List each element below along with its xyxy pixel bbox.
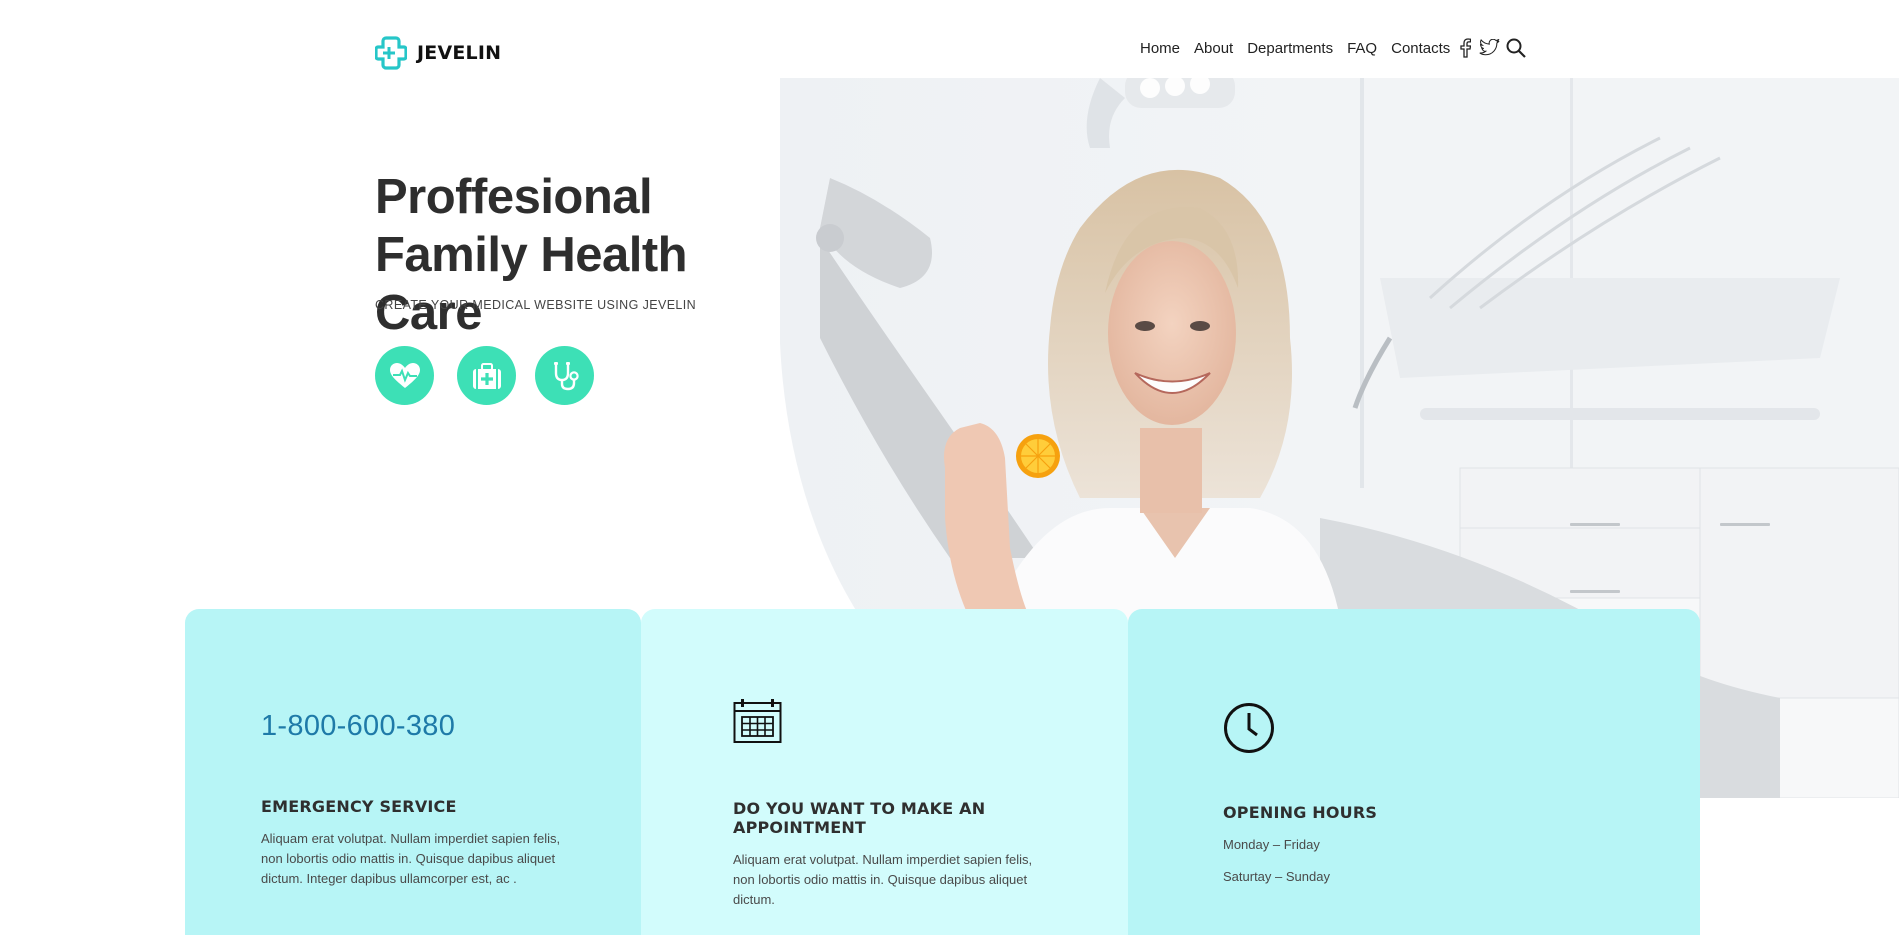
nav-faq[interactable]: FAQ (1347, 40, 1377, 57)
clock-icon (1223, 702, 1275, 759)
calendar-icon (733, 698, 782, 749)
first-aid-kit-icon[interactable] (457, 346, 516, 405)
hours-weekend: Saturtay – Sunday (1223, 869, 1330, 884)
twitter-icon[interactable] (1479, 39, 1500, 57)
brand-logo[interactable]: JEVELIN (375, 36, 501, 70)
appointment-title: DO YOU WANT TO MAKE AN APPOINTMENT (733, 799, 986, 837)
stethoscope-icon[interactable] (535, 346, 594, 405)
appointment-text: Aliquam erat volutpat. Nullam imperdiet … (733, 852, 1033, 907)
hero-title: Proffesional Family Health Care (375, 168, 795, 342)
facebook-icon[interactable] (1459, 38, 1472, 58)
nav-home[interactable]: Home (1140, 40, 1180, 57)
opening-hours-title: OPENING HOURS (1223, 803, 1378, 822)
emergency-card: 1-800-600-380 EMERGENCY SERVICE Aliquam … (185, 609, 641, 935)
hero-feature-icons (375, 346, 594, 405)
heartbeat-icon[interactable] (375, 346, 434, 405)
appointment-card: DO YOU WANT TO MAKE AN APPOINTMENT Aliqu… (641, 609, 1128, 935)
hero-title-line-1: Proffesional (375, 170, 653, 224)
main-nav: Home About Departments FAQ Contacts (1140, 38, 1527, 58)
brand-name: JEVELIN (417, 42, 502, 64)
nav-contacts[interactable]: Contacts (1391, 40, 1450, 57)
medical-cross-icon (375, 36, 407, 70)
emergency-text: Aliquam erat volutpat. Nullam imperdiet … (261, 831, 561, 886)
emergency-phone[interactable]: 1-800-600-380 (261, 710, 455, 743)
hero-title-line-2: Family Health Care (375, 228, 688, 340)
emergency-title: EMERGENCY SERVICE (261, 797, 457, 816)
nav-departments[interactable]: Departments (1247, 40, 1333, 57)
opening-hours-card: OPENING HOURS Monday – Friday Saturtay –… (1128, 609, 1700, 935)
nav-about[interactable]: About (1194, 40, 1233, 57)
search-icon[interactable] (1506, 38, 1527, 58)
hero-subtitle: CREATE YOUR MEDICAL WEBSITE USING JEVELI… (375, 298, 697, 312)
hours-weekdays: Monday – Friday (1223, 837, 1320, 852)
